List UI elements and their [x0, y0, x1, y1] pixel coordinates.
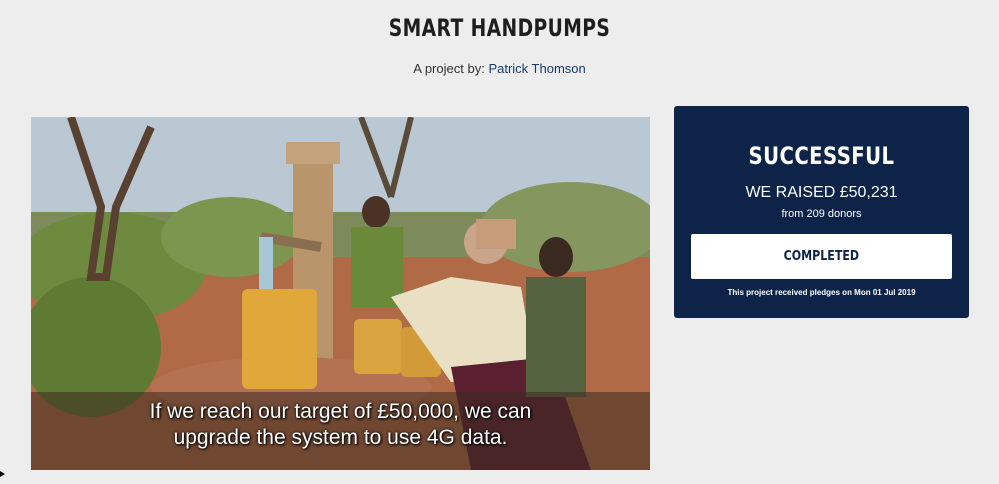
project-video[interactable]: If we reach our target of £50,000, we ca…: [31, 117, 650, 470]
page-title: SMART HANDPUMPS: [388, 14, 611, 42]
amount-raised: WE RAISED £50,231: [745, 184, 898, 201]
donor-count: from 209 donors: [781, 208, 862, 220]
byline-prefix: A project by:: [413, 61, 485, 76]
caption-line-2: upgrade the system to use 4G data.: [173, 426, 508, 449]
completed-button-label: COMPLETED: [783, 249, 860, 264]
completed-button[interactable]: COMPLETED: [691, 234, 952, 279]
author-link[interactable]: Patrick Thomson: [488, 61, 585, 76]
project-byline: A project by: Patrick Thomson: [0, 61, 999, 76]
caption-line-1: If we reach our target of £50,000, we ca…: [149, 400, 532, 423]
status-heading: SUCCESSFUL: [748, 142, 895, 170]
partial-icon: [0, 471, 5, 477]
pledge-note: This project received pledges on Mon 01 …: [727, 288, 916, 297]
funding-status-panel: SUCCESSFUL WE RAISED £50,231 from 209 do…: [674, 106, 969, 318]
